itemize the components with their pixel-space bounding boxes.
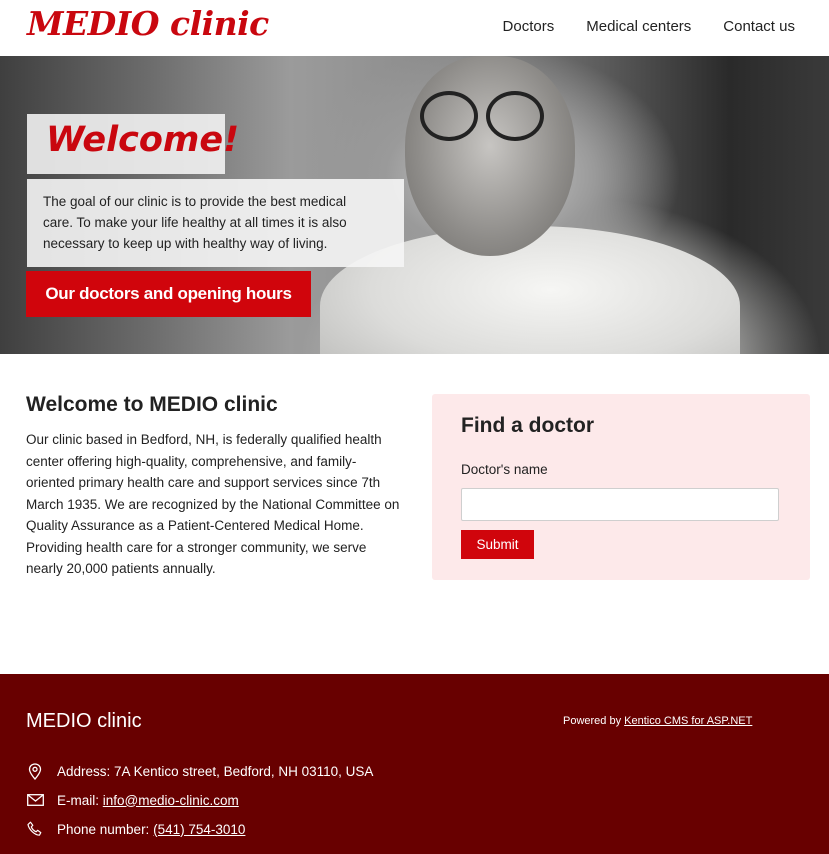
welcome-heading: Welcome to MEDIO clinic xyxy=(26,393,278,416)
hero-intro-box: The goal of our clinic is to provide the… xyxy=(27,179,404,267)
hero-title: Welcome! xyxy=(46,120,240,160)
phone-icon xyxy=(26,820,44,838)
footer-email-row: E-mail: info@medio-clinic.com xyxy=(26,791,239,809)
site-footer: MEDIO clinic Powered by Kentico CMS for … xyxy=(0,674,829,854)
hero-photo-glasses xyxy=(420,91,550,141)
envelope-icon xyxy=(26,791,44,809)
nav-link-doctors[interactable]: Doctors xyxy=(503,18,555,35)
doctors-hours-button[interactable]: Our doctors and opening hours xyxy=(26,271,311,317)
address-value: 7A Kentico street, Bedford, NH 03110, US… xyxy=(114,763,374,779)
site-header: MEDIO clinic Doctors Medical centers Con… xyxy=(0,0,829,56)
powered-by: Powered by Kentico CMS for ASP.NET xyxy=(563,715,752,727)
phone-label: Phone number: xyxy=(57,821,150,837)
find-doctor-card: Find a doctor Doctor's name Submit xyxy=(432,394,810,580)
footer-title: MEDIO clinic xyxy=(26,710,142,732)
find-doctor-title: Find a doctor xyxy=(461,414,594,437)
hero-title-box: Welcome! xyxy=(27,114,239,174)
submit-button[interactable]: Submit xyxy=(461,530,534,559)
nav-link-medical-centers[interactable]: Medical centers xyxy=(586,18,691,35)
nav-link-contact-us[interactable]: Contact us xyxy=(723,18,795,35)
address-label: Address: xyxy=(57,763,111,779)
hero-banner: Welcome! The goal of our clinic is to pr… xyxy=(0,56,829,354)
map-pin-icon xyxy=(26,762,44,780)
site-logo[interactable]: MEDIO clinic xyxy=(27,4,269,43)
hero-intro-text: The goal of our clinic is to provide the… xyxy=(43,194,347,251)
kentico-link[interactable]: Kentico CMS for ASP.NET xyxy=(624,715,752,727)
doctor-name-label: Doctor's name xyxy=(461,462,548,477)
footer-phone-row: Phone number: (541) 754-3010 xyxy=(26,820,245,838)
welcome-text: Our clinic based in Bedford, NH, is fede… xyxy=(26,432,400,576)
powered-by-prefix: Powered by xyxy=(563,715,625,727)
footer-address-row: Address: 7A Kentico street, Bedford, NH … xyxy=(26,762,373,780)
email-link[interactable]: info@medio-clinic.com xyxy=(103,793,239,808)
email-label: E-mail: xyxy=(57,792,100,808)
phone-link[interactable]: (541) 754-3010 xyxy=(153,822,245,837)
doctor-name-input[interactable] xyxy=(461,488,779,521)
hero-photo-person xyxy=(405,56,575,256)
main-nav: Doctors Medical centers Contact us xyxy=(503,18,795,35)
